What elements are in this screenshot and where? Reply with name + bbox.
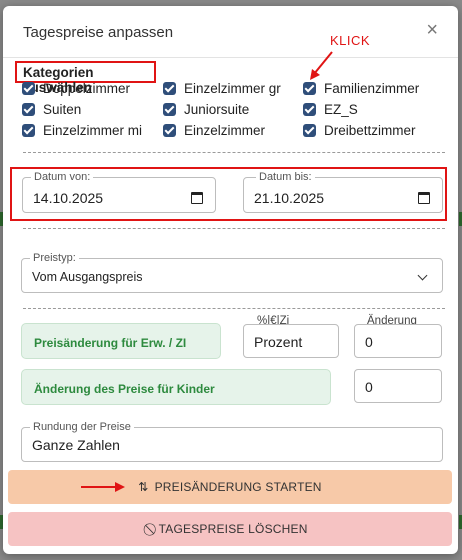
checkbox-dreibettzimmer[interactable]: Dreibettzimmer [303, 120, 416, 140]
date-from-value: 14.10.2025 [33, 190, 104, 206]
rounding-select[interactable]: Rundung der Preise Ganze Zahlen [21, 420, 443, 462]
delete-day-prices-button[interactable]: ⃠ TAGESPREISE LÖSCHEN [8, 512, 452, 546]
divider [23, 152, 445, 153]
checkbox-checked-icon [163, 81, 176, 95]
calendar-icon[interactable] [191, 192, 203, 204]
close-icon[interactable]: × [426, 20, 438, 40]
tagespreise-modal: Tagespreise anpassen × KLICK Kategorien … [3, 6, 458, 554]
calendar-icon[interactable] [418, 192, 430, 204]
change-input[interactable]: 0 [354, 324, 442, 358]
checkbox-doppelzimmer[interactable]: Doppelzimmer [22, 78, 130, 98]
date-to-label: Datum bis: [256, 170, 315, 184]
price-type-label: Preistyp: [30, 251, 79, 265]
price-type-select[interactable]: Preistyp: Vom Ausgangspreis [21, 251, 443, 293]
delete-button-label: TAGESPREISE LÖSCHEN [158, 522, 308, 536]
checkbox-suiten[interactable]: Suiten [22, 99, 81, 119]
divider [23, 308, 445, 309]
date-to-field[interactable]: Datum bis: 21.10.2025 [243, 170, 443, 213]
checkbox-ez-s[interactable]: EZ_S [303, 99, 358, 119]
checkbox-familienzimmer[interactable]: Familienzimmer [303, 78, 419, 98]
adult-price-change-text: Preisänderung für Erw. / ZI [34, 336, 187, 350]
checkbox-checked-icon [22, 123, 35, 137]
price-type-value: Vom Ausgangspreis [32, 270, 143, 284]
modal-title: Tagespreise anpassen [23, 24, 174, 41]
child-change-value: 0 [365, 379, 373, 395]
checkbox-checked-icon [303, 81, 316, 95]
checkbox-checked-icon [22, 81, 35, 95]
chevron-down-icon [417, 270, 428, 281]
checkbox-label: Doppelzimmer [43, 80, 131, 96]
checkbox-label: EZ_S [324, 101, 358, 117]
checkbox-einzelzimmer-mi[interactable]: Einzelzimmer mi [22, 120, 142, 140]
checkbox-checked-icon [22, 102, 35, 116]
child-price-change-label: Änderung des Preise für Kinder [21, 369, 331, 405]
klick-annotation: KLICK [330, 33, 371, 48]
unit-select[interactable]: Prozent [243, 324, 339, 358]
divider [23, 228, 445, 229]
checkbox-label: Einzelzimmer mi [43, 122, 143, 138]
checkbox-checked-icon [303, 123, 316, 137]
child-change-input[interactable]: 0 [354, 369, 442, 403]
child-price-change-text: Änderung des Preise für Kinder [34, 382, 215, 396]
checkbox-label: Suiten [43, 101, 82, 117]
modal-header: Tagespreise anpassen × [3, 6, 458, 58]
date-from-label: Datum von: [31, 170, 94, 184]
checkbox-label: Einzelzimmer [184, 122, 266, 138]
adult-price-change-label: Preisänderung für Erw. / ZI [21, 323, 221, 359]
checkbox-label: Juniorsuite [184, 101, 250, 117]
checkbox-checked-icon [303, 102, 316, 116]
checkbox-einzelzimmer[interactable]: Einzelzimmer [163, 120, 265, 140]
checkbox-juniorsuite[interactable]: Juniorsuite [163, 99, 249, 119]
unit-value: Prozent [254, 334, 303, 350]
checkbox-label: Familienzimmer [324, 80, 420, 96]
date-from-field[interactable]: Datum von: 14.10.2025 [22, 170, 216, 213]
rounding-label: Rundung der Preise [30, 420, 134, 434]
checkbox-einzelzimmer-gr[interactable]: Einzelzimmer gr [163, 78, 281, 98]
checkbox-checked-icon [163, 102, 176, 116]
checkbox-label: Dreibettzimmer [324, 122, 416, 138]
start-button-label: PREISÄNDERUNG STARTEN [154, 480, 322, 494]
sort-arrows-icon: ⇅ [138, 480, 149, 494]
date-to-value: 21.10.2025 [254, 190, 325, 206]
pointer-arrow-icon [81, 482, 125, 492]
start-price-change-button[interactable]: ⇅ PREISÄNDERUNG STARTEN [8, 470, 452, 504]
checkbox-checked-icon [163, 123, 176, 137]
rounding-value: Ganze Zahlen [32, 437, 120, 453]
change-value: 0 [365, 334, 373, 350]
checkbox-label: Einzelzimmer gr [184, 80, 281, 96]
